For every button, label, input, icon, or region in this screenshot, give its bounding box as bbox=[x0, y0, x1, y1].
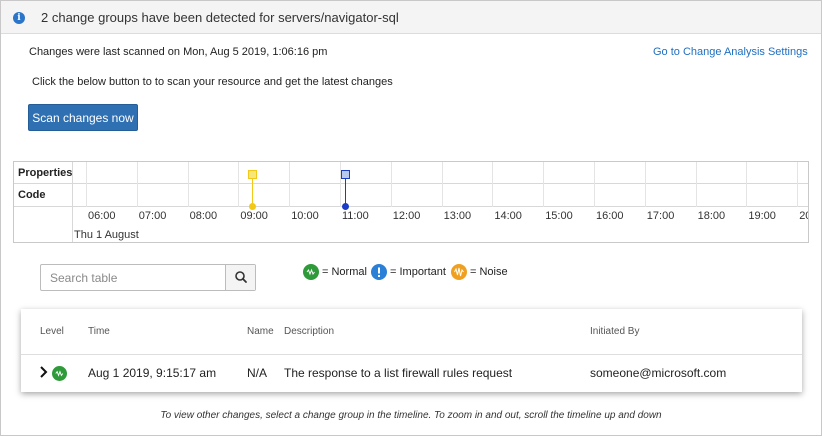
timeline-gridline bbox=[390, 162, 392, 207]
legend-noise-label: = Noise bbox=[470, 266, 508, 278]
last-scanned-text: Changes were last scanned on Mon, Aug 5 … bbox=[29, 46, 328, 58]
timeline-tick-label: 09:00 bbox=[240, 210, 268, 222]
legend-normal-label: = Normal bbox=[322, 266, 367, 278]
row-time: Aug 1 2019, 9:15:17 am bbox=[88, 366, 217, 380]
timeline-tick-label: 20 bbox=[799, 210, 808, 222]
normal-level-icon bbox=[303, 264, 319, 280]
timeline-tick-label: 08:00 bbox=[189, 210, 218, 222]
timeline-tick-label: 17:00 bbox=[646, 210, 675, 222]
column-header-time[interactable]: Time bbox=[88, 326, 110, 337]
normal-level-icon bbox=[52, 366, 67, 381]
timeline-gridline bbox=[238, 162, 240, 207]
timeline-tick-label: 07:00 bbox=[138, 210, 167, 222]
legend-important-label: = Important bbox=[390, 266, 446, 278]
change-analysis-settings-link[interactable]: Go to Change Analysis Settings bbox=[653, 46, 808, 58]
timeline-gridline bbox=[441, 162, 443, 207]
timeline-gridline bbox=[289, 162, 291, 207]
timeline-tick-label: 12:00 bbox=[392, 210, 421, 222]
info-icon: i bbox=[13, 12, 25, 24]
important-level-icon bbox=[371, 264, 387, 280]
timeline-row-label: Properties bbox=[18, 167, 73, 179]
timeline-gridline bbox=[797, 162, 799, 207]
timeline-gridline bbox=[136, 162, 138, 207]
change-group-marker[interactable] bbox=[248, 170, 257, 179]
row-description: The response to a list firewall rules re… bbox=[284, 366, 513, 380]
noise-level-icon bbox=[451, 264, 467, 280]
changes-table: Level Time Name Description Initiated By… bbox=[21, 309, 802, 392]
timeline-tick-label: 15:00 bbox=[545, 210, 573, 222]
timeline-tick-label: 14:00 bbox=[494, 210, 522, 222]
search-icon bbox=[235, 271, 247, 283]
timeline-tick-label: 16:00 bbox=[596, 210, 624, 222]
expand-chevron-icon[interactable] bbox=[38, 365, 50, 379]
column-header-initiated-by[interactable]: Initiated By bbox=[590, 326, 639, 337]
change-timeline[interactable]: Properties Code 06:00 07:00 08:00 09:00 10:0… bbox=[13, 161, 809, 243]
timeline-gridline bbox=[187, 162, 189, 207]
timeline-row-properties: Properties bbox=[14, 162, 808, 184]
change-group-marker-dot[interactable] bbox=[342, 203, 349, 210]
header-separator bbox=[21, 354, 802, 355]
timeline-gridline bbox=[594, 162, 595, 207]
timeline-gridline bbox=[746, 162, 748, 207]
search-button[interactable] bbox=[225, 265, 255, 290]
column-header-level[interactable]: Level bbox=[40, 326, 64, 337]
scan-instruction-text: Click the below button to to scan your r… bbox=[32, 76, 393, 88]
timeline-gridline bbox=[644, 162, 646, 207]
timeline-date-label: Thu 1 August bbox=[74, 229, 139, 241]
scan-changes-button[interactable]: Scan changes now bbox=[28, 104, 138, 131]
timeline-divider bbox=[72, 162, 73, 242]
timeline-tick-label: 18:00 bbox=[697, 210, 726, 222]
row-initiated-by: someone@microsoft.com bbox=[590, 366, 727, 380]
search-table-input[interactable] bbox=[41, 265, 225, 290]
timeline-gridline bbox=[86, 162, 87, 207]
timeline-gridline bbox=[340, 162, 341, 207]
timeline-row-label: Code bbox=[18, 189, 46, 201]
column-header-name[interactable]: Name bbox=[247, 326, 274, 337]
timeline-gridline bbox=[543, 162, 545, 207]
timeline-row-code: Code bbox=[14, 184, 808, 207]
change-group-marker[interactable] bbox=[341, 170, 350, 179]
timeline-gridline bbox=[492, 162, 494, 207]
timeline-tick-label: 10:00 bbox=[291, 210, 319, 222]
timeline-gridline bbox=[695, 162, 697, 207]
search-table-box bbox=[40, 264, 256, 291]
change-group-marker-dot[interactable] bbox=[249, 203, 256, 210]
row-name: N/A bbox=[247, 366, 268, 380]
banner-text: 2 change groups have been detected for s… bbox=[41, 10, 399, 25]
timeline-tick-label: 13:00 bbox=[443, 210, 472, 222]
timeline-tick-label: 11:00 bbox=[342, 210, 369, 222]
column-header-description[interactable]: Description bbox=[284, 326, 334, 337]
info-banner: i 2 change groups have been detected for… bbox=[1, 1, 821, 34]
timeline-tick-label: 06:00 bbox=[88, 210, 116, 222]
timeline-help-text: To view other changes, select a change g… bbox=[160, 410, 662, 421]
timeline-tick-label: 19:00 bbox=[748, 210, 776, 222]
